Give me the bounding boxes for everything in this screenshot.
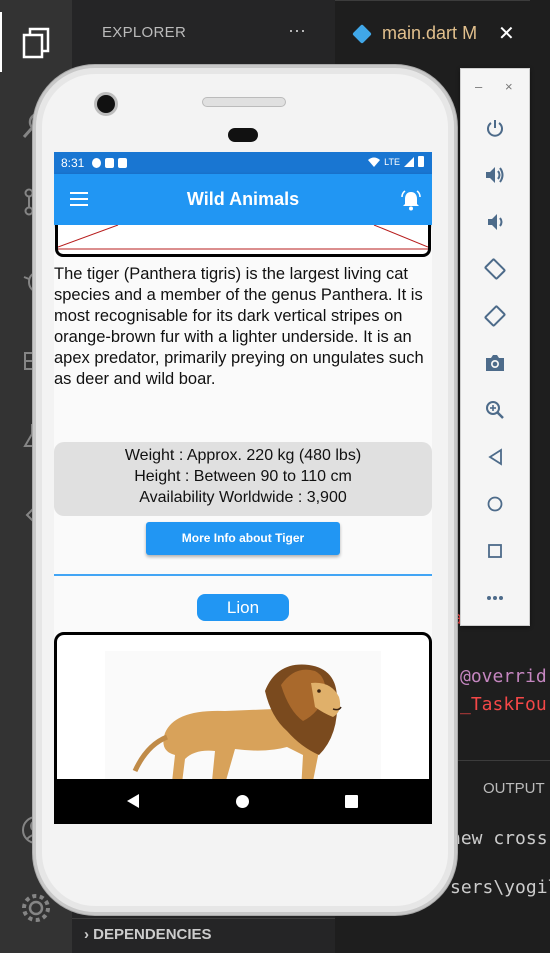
- tiger-description: The tiger (Panthera tigris) is the large…: [54, 265, 424, 388]
- volume-up-icon[interactable]: [482, 162, 508, 188]
- signal-icon: [404, 156, 414, 167]
- emulator-toolbar: – ×: [460, 68, 530, 626]
- close-icon[interactable]: ×: [505, 79, 513, 94]
- chevron-right-icon: ›: [84, 926, 89, 943]
- camera-icon[interactable]: [482, 350, 508, 376]
- earpiece: [228, 128, 258, 142]
- lion-title-chip[interactable]: Lion: [197, 594, 289, 621]
- back-icon[interactable]: [127, 794, 139, 808]
- speaker-grille: [202, 97, 286, 107]
- notification-bell-icon[interactable]: [400, 189, 422, 211]
- terminal-line: sers\yogil: [450, 877, 550, 898]
- explorer-icon[interactable]: [0, 12, 72, 72]
- app-title: Wild Animals: [186, 189, 300, 209]
- tiger-image-placeholder: [58, 225, 428, 250]
- rotate-left-icon[interactable]: [482, 256, 508, 282]
- dependencies-section[interactable]: › DEPENDENCIES: [72, 918, 335, 953]
- close-icon[interactable]: ✕: [498, 21, 515, 45]
- tiger-availability: Availability Worldwide : 3,900: [139, 489, 347, 506]
- section-divider: [54, 574, 432, 576]
- output-tab[interactable]: OUTPUT: [455, 770, 550, 810]
- home-icon[interactable]: [236, 795, 249, 808]
- modified-badge: M: [462, 23, 478, 43]
- dart-file-icon: [352, 24, 372, 44]
- lion-image: [105, 651, 381, 791]
- terminal-line: new cross: [450, 828, 548, 849]
- front-camera: [97, 95, 115, 113]
- status-bar: 8:31 LTE: [54, 152, 432, 174]
- rotate-right-icon[interactable]: [482, 303, 508, 329]
- dependencies-label: DEPENDENCIES: [93, 926, 212, 943]
- wifi-icon: [368, 157, 381, 167]
- explorer-title: EXPLORER: [102, 24, 187, 41]
- android-nav-bar: [54, 779, 432, 824]
- power-icon[interactable]: [482, 115, 508, 141]
- code-line: _TaskFou: [460, 694, 547, 715]
- network-label: LTE: [384, 156, 400, 167]
- zoom-icon[interactable]: [482, 397, 508, 423]
- battery-icon: [418, 156, 424, 167]
- tab-label: main.dart: [382, 23, 458, 43]
- minimize-icon[interactable]: –: [475, 79, 482, 94]
- tiger-weight: Weight : Approx. 220 kg (480 lbs): [124, 447, 362, 464]
- phone-screen: 8:31 LTE Wild Animals The tiger (Panther…: [54, 152, 432, 824]
- sd-card-icon: [105, 158, 114, 168]
- home-icon[interactable]: [482, 491, 508, 517]
- notification-icon: [92, 158, 101, 168]
- status-time: 8:31: [61, 156, 85, 170]
- code-line: @overrid: [460, 666, 547, 687]
- tiger-image-frame: [55, 225, 431, 257]
- sim-icon: [118, 158, 127, 168]
- tiger-height: Height : Between 90 to 110 cm: [134, 468, 352, 485]
- volume-down-icon[interactable]: [482, 209, 508, 235]
- app-bar: Wild Animals: [54, 174, 432, 225]
- recents-icon[interactable]: [345, 795, 358, 808]
- tiger-info-card: Weight : Approx. 220 kg (480 lbs) Height…: [54, 442, 432, 516]
- explorer-more-icon[interactable]: ···: [288, 20, 306, 41]
- more-icon[interactable]: [482, 585, 508, 611]
- overview-icon[interactable]: [482, 538, 508, 564]
- more-info-button[interactable]: More Info about Tiger: [146, 522, 340, 555]
- back-icon[interactable]: [482, 444, 508, 470]
